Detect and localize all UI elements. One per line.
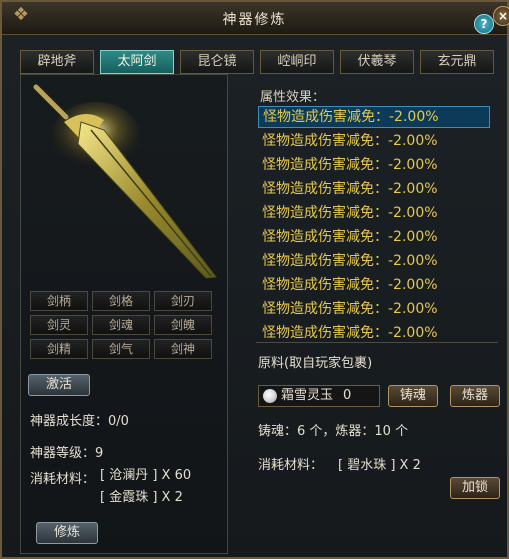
forge-soul-button[interactable]: 铸魂 <box>388 385 438 407</box>
materials-title: 原料(取自玩家包裹) <box>258 356 373 371</box>
level-text: 神器等级：9 <box>30 446 104 461</box>
material-slot[interactable]: 霜雪灵玉 0 <box>258 385 380 407</box>
jade-gem-icon <box>263 389 277 403</box>
tab-xuanyuan-cauldron[interactable]: 玄元鼎 <box>420 50 494 74</box>
cost-item-jinxia: [ 金霞珠 ] X 2 <box>100 490 183 505</box>
right-cost-label: 消耗材料： <box>258 458 324 473</box>
property-item[interactable]: 怪物造成伤害减免：-2.00% <box>258 178 490 200</box>
refine-button[interactable]: 炼器 <box>450 385 500 407</box>
property-item[interactable]: 怪物造成伤害减免：-2.00% <box>258 130 490 152</box>
window-title: 神器修炼 <box>222 12 287 28</box>
property-item[interactable]: 怪物造成伤害减免：-2.00% <box>258 202 490 224</box>
material-name: 霜雪灵玉 <box>281 388 334 403</box>
artifact-cultivation-window: ❖ 神器修炼 ? × 辟地斧 太阿剑 昆仑镜 崆峒印 伏羲琴 玄元鼎 剑柄 剑格… <box>0 0 509 559</box>
tab-pidi-axe[interactable]: 辟地斧 <box>20 50 94 74</box>
section-divider <box>256 342 498 343</box>
property-item[interactable]: 怪物造成伤害减免：-2.00% <box>258 250 490 272</box>
title-bar[interactable]: ❖ 神器修炼 ? × <box>2 2 509 35</box>
help-icon[interactable]: ? <box>474 14 494 34</box>
growth-text: 神器成长度：0/0 <box>30 414 129 429</box>
slot-soul[interactable]: 剑魂 <box>92 315 150 335</box>
artifact-tabs: 辟地斧 太阿剑 昆仑镜 崆峒印 伏羲琴 玄元鼎 <box>20 50 502 74</box>
slot-guard[interactable]: 剑格 <box>92 291 150 311</box>
tab-kunlun-mirror[interactable]: 昆仑镜 <box>180 50 254 74</box>
cost-label: 消耗材料： <box>30 472 96 487</box>
close-icon[interactable]: × <box>493 6 509 26</box>
cultivate-button[interactable]: 修炼 <box>36 522 98 544</box>
activate-button[interactable]: 激活 <box>28 374 90 396</box>
cost-item-bishui: [ 碧水珠 ] X 2 <box>338 458 421 473</box>
property-item[interactable]: 怪物造成伤害减免：-2.00% <box>258 274 490 296</box>
slot-god[interactable]: 剑神 <box>154 339 212 359</box>
tab-taie-sword[interactable]: 太阿剑 <box>100 50 174 74</box>
forge-counts-text: 铸魂：6 个，炼器：10 个 <box>258 424 409 439</box>
sword-icon <box>26 82 226 282</box>
property-item[interactable]: 怪物造成伤害减免：-2.00% <box>258 322 490 344</box>
property-item[interactable]: 怪物造成伤害减免：-2.00% <box>258 154 490 176</box>
slot-essence-jing[interactable]: 剑精 <box>30 339 88 359</box>
slot-spirit[interactable]: 剑灵 <box>30 315 88 335</box>
tab-fuxi-lute[interactable]: 伏羲琴 <box>340 50 414 74</box>
property-item[interactable]: 怪物造成伤害减免：-2.00% <box>258 226 490 248</box>
lock-button[interactable]: 加锁 <box>450 477 500 499</box>
slot-essence-po[interactable]: 剑魄 <box>154 315 212 335</box>
property-item[interactable]: 怪物造成伤害减免：-2.00% <box>258 106 490 128</box>
cost-item-canglan: [ 沧澜丹 ] X 60 <box>100 468 192 483</box>
properties-title: 属性效果： <box>260 90 326 105</box>
tab-kongtong-seal[interactable]: 崆峒印 <box>260 50 334 74</box>
slot-edge[interactable]: 剑刃 <box>154 291 212 311</box>
material-count: 0 <box>343 388 352 403</box>
property-item[interactable]: 怪物造成伤害减免：-2.00% <box>258 298 490 320</box>
slot-qi[interactable]: 剑气 <box>92 339 150 359</box>
slot-hilt[interactable]: 剑柄 <box>30 291 88 311</box>
